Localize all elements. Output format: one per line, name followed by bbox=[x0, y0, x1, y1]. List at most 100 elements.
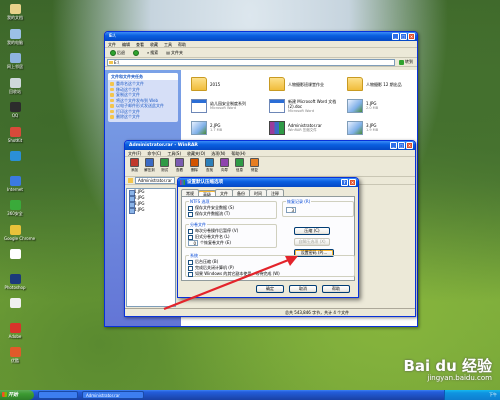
winrar-menu-favorites[interactable]: 收藏夹(O) bbox=[187, 150, 205, 156]
close-icon[interactable]: × bbox=[408, 33, 415, 40]
file-item[interactable]: 2015 bbox=[191, 74, 271, 94]
winrar-tool-button[interactable]: 查看 bbox=[172, 158, 187, 175]
winrar-title-bar[interactable]: Administrator.rar - WinRAR _ □ × bbox=[125, 141, 415, 150]
desktop-icon[interactable]: 网上邻居 bbox=[4, 53, 26, 69]
desktop-icon[interactable]: 360安全 bbox=[4, 200, 26, 216]
winrar-menu-file[interactable]: 文件(F) bbox=[128, 150, 141, 156]
go-button[interactable]: 转到 bbox=[397, 59, 415, 65]
desktop-icon[interactable]: Google Chrome bbox=[4, 224, 35, 241]
winrar-list-item[interactable]: 4.JPG bbox=[127, 207, 175, 214]
ntfs-options-group: NTFS 选项 保存文件安全数据 (S) 保存文件数据流 (T) bbox=[185, 199, 277, 219]
desktop: 我的文档我的电脑网上邻居回收站 QQ ShotKit Internet 360安全 Goo… bbox=[0, 0, 500, 400]
file-task-link[interactable]: 删除这个文件 bbox=[108, 114, 178, 120]
winrar-tool-button[interactable]: 删除 bbox=[187, 158, 202, 175]
recovery-record-spinner[interactable]: 3 bbox=[286, 207, 296, 213]
explorer-toolbar: 后退 ⌕ 搜索 ▤ 文件夹 bbox=[105, 48, 417, 58]
taskbar-button-winrar[interactable]: Administrator.rar bbox=[82, 391, 144, 399]
sfx-options-button[interactable]: 自解压选项 (X) bbox=[294, 238, 330, 246]
file-name: 2015 bbox=[210, 81, 221, 87]
close-icon[interactable]: × bbox=[406, 142, 413, 149]
desktop-app-icon bbox=[9, 347, 21, 357]
file-item[interactable]: 1.JPG 2.0 MB bbox=[347, 96, 417, 116]
ok-button[interactable]: 确定 bbox=[256, 285, 284, 293]
desktop-icon[interactable]: 我的电脑 bbox=[4, 28, 26, 45]
address-input[interactable]: E:\ bbox=[107, 58, 395, 66]
desktop-icon[interactable]: Adobe bbox=[4, 322, 26, 339]
dialog-title-bar[interactable]: 设置默认压缩选项 ? × bbox=[178, 178, 358, 187]
search-button[interactable]: ⌕ 搜索 bbox=[145, 49, 160, 57]
file-item[interactable]: 3.JPG 1.9 MB bbox=[347, 118, 417, 138]
menu-tools[interactable]: 工具 bbox=[164, 41, 172, 47]
desktop-icon-label: 回收站 bbox=[9, 88, 21, 94]
winrar-tool-button[interactable]: 修复 bbox=[247, 158, 262, 175]
winrar-menu-commands[interactable]: 命令(C) bbox=[147, 150, 161, 156]
folders-button[interactable]: ▤ 文件夹 bbox=[164, 49, 185, 57]
winrar-tool-button[interactable]: 解压到 bbox=[142, 158, 157, 175]
file-item[interactable]: 2.JPG 1.7 MB bbox=[191, 118, 271, 138]
desktop-icon[interactable]: 回收站 bbox=[4, 77, 26, 94]
file-item[interactable]: 新建 Microsoft Word 文档 (2).doc Microsoft Wo… bbox=[269, 96, 349, 116]
system-tray: 下午 bbox=[444, 390, 500, 400]
desktop-icon[interactable] bbox=[4, 151, 26, 162]
taskbar: 开始 Administrator.rar 下午 bbox=[0, 390, 500, 400]
help-icon[interactable]: ? bbox=[341, 179, 348, 186]
file-item[interactable]: Administrator.rar WinRAR 压缩文件 bbox=[269, 118, 349, 138]
winrar-menu-help[interactable]: 帮助(H) bbox=[231, 150, 245, 156]
up-folder-icon[interactable] bbox=[128, 178, 133, 183]
winrar-tool-button[interactable]: 添加 bbox=[127, 158, 142, 175]
taskbar-button-explorer[interactable] bbox=[38, 391, 78, 399]
winrar-menu-tools[interactable]: 工具(S) bbox=[167, 150, 181, 156]
menu-edit[interactable]: 编辑 bbox=[122, 41, 130, 47]
file-item[interactable]: 人物摄影班课堂作业 bbox=[269, 74, 349, 94]
winrar-tool-button[interactable]: 查找 bbox=[202, 158, 217, 175]
folder-tree-icon: ▤ bbox=[166, 49, 171, 55]
desktop-icon[interactable]: Photoshop bbox=[4, 273, 26, 290]
close-icon[interactable]: × bbox=[349, 179, 356, 186]
maximize-icon[interactable]: □ bbox=[398, 142, 405, 149]
cancel-button[interactable]: 取消 bbox=[289, 285, 317, 293]
desktop-app-icon bbox=[9, 298, 21, 308]
menu-help[interactable]: 帮助 bbox=[178, 41, 186, 47]
winrar-tool-button[interactable]: 向导 bbox=[217, 158, 232, 175]
help-button[interactable]: 帮助 bbox=[322, 285, 350, 293]
file-item[interactable]: 幼儿园安全制度系列 Microsoft Word bbox=[191, 96, 271, 116]
winrar-tool-label: 添加 bbox=[131, 168, 138, 172]
desktop-icon[interactable]: ShotKit bbox=[4, 126, 26, 143]
recovery-volumes-row: 0 个恢复卷文件 (E) bbox=[188, 240, 276, 246]
desktop-app-icon bbox=[9, 200, 21, 210]
winrar-tool-label: 查找 bbox=[206, 168, 213, 172]
winrar-tool-button[interactable]: 信息 bbox=[232, 158, 247, 175]
desktop-app-icon bbox=[9, 102, 21, 112]
file-name: 新建 Microsoft Word 文档 (2).doc bbox=[288, 98, 337, 109]
maximize-icon[interactable]: □ bbox=[400, 33, 407, 40]
start-button[interactable]: 开始 bbox=[0, 390, 34, 400]
menu-favorites[interactable]: 收藏 bbox=[150, 41, 158, 47]
file-tasks-title[interactable]: 文件和文件夹任务 bbox=[108, 73, 178, 80]
back-button[interactable]: 后退 bbox=[108, 49, 127, 57]
file-item[interactable]: 人物摄影 12 期出品 bbox=[347, 74, 417, 94]
recovery-volumes-spinner[interactable]: 0 bbox=[188, 240, 198, 246]
checkbox-box bbox=[188, 211, 193, 217]
wait-other-copies-checkbox[interactable]: 如果 Windows 的其它副本使用，等待完成 (W) bbox=[188, 271, 354, 277]
rar-icon bbox=[269, 121, 285, 135]
explorer-title-bar[interactable]: E:\ _ □ × bbox=[105, 32, 417, 41]
desktop-app-icon bbox=[9, 28, 21, 39]
file-detail: 2.0 MB bbox=[366, 106, 379, 111]
desktop-icon[interactable]: 我的文档 bbox=[4, 4, 26, 20]
winrar-menu-options[interactable]: 选项(N) bbox=[211, 150, 225, 156]
winrar-tool-button[interactable]: 测试 bbox=[157, 158, 172, 175]
compress-button[interactable]: 压缩 (C) bbox=[294, 227, 330, 235]
menu-file[interactable]: 文件 bbox=[108, 41, 116, 47]
desktop-icon[interactable]: QQ bbox=[4, 102, 26, 118]
desktop-icon[interactable]: 优酷 bbox=[4, 347, 26, 363]
desktop-icon[interactable] bbox=[4, 249, 26, 260]
minimize-icon[interactable]: _ bbox=[390, 142, 397, 149]
desktop-icon[interactable]: Internet bbox=[4, 175, 26, 192]
minimize-icon[interactable]: _ bbox=[392, 33, 399, 40]
file-detail: Microsoft Word bbox=[210, 106, 237, 111]
save-streams-checkbox[interactable]: 保存文件数据流 (T) bbox=[188, 211, 276, 217]
file-item-text: Administrator.rar WinRAR 压缩文件 bbox=[288, 123, 322, 133]
forward-button[interactable] bbox=[131, 49, 141, 56]
desktop-icon[interactable] bbox=[4, 298, 26, 309]
menu-view[interactable]: 查看 bbox=[136, 41, 144, 47]
